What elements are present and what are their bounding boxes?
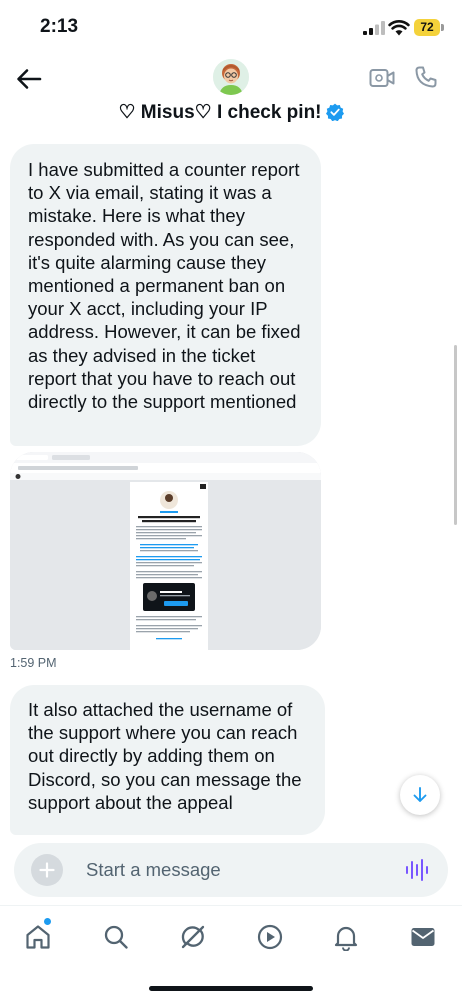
back-arrow-icon[interactable] xyxy=(14,64,44,94)
message-composer xyxy=(14,843,448,897)
chat-title-text: ♡ Misus♡ I check pin! xyxy=(118,102,322,123)
nav-grok[interactable] xyxy=(179,923,207,951)
signal-icon xyxy=(363,21,385,35)
verified-badge-icon xyxy=(325,103,344,121)
home-indicator xyxy=(149,986,313,991)
messages-icon xyxy=(411,928,435,946)
add-icon xyxy=(39,862,55,878)
battery-icon: 72 xyxy=(414,19,440,36)
phone-call-icon[interactable] xyxy=(414,65,438,89)
arrow-down-icon xyxy=(413,787,427,802)
nav-video[interactable] xyxy=(256,923,284,951)
add-media-button[interactable] xyxy=(31,854,63,886)
status-bar: 2:13 72 xyxy=(0,0,462,56)
nav-messages[interactable] xyxy=(409,923,437,951)
message-input[interactable] xyxy=(86,857,386,883)
nav-search[interactable] xyxy=(102,923,130,951)
notifications-icon xyxy=(334,926,358,952)
scroll-to-bottom-button[interactable] xyxy=(400,775,440,815)
message-bubble[interactable]: It also attached the username of the sup… xyxy=(10,685,325,835)
message-text: I have submitted a counter report to X v… xyxy=(28,159,301,413)
home-notification-dot xyxy=(44,918,51,925)
attached-screenshot-image xyxy=(10,452,321,650)
video-call-icon[interactable] xyxy=(369,66,395,90)
battery-tip xyxy=(441,24,444,31)
search-icon xyxy=(104,925,128,949)
avatar[interactable] xyxy=(213,59,249,95)
voice-message-icon[interactable] xyxy=(404,857,430,883)
chat-header: ♡ Misus♡ I check pin! xyxy=(0,56,462,134)
nav-notifications[interactable] xyxy=(332,923,360,952)
image-attachment[interactable] xyxy=(10,452,321,650)
grok-icon xyxy=(181,925,205,949)
scrollbar[interactable] xyxy=(454,345,457,525)
video-icon xyxy=(257,924,283,950)
wifi-icon xyxy=(388,20,410,36)
home-icon xyxy=(26,925,50,949)
chat-title[interactable]: ♡ Misus♡ I check pin! xyxy=(0,101,462,124)
nav-home[interactable] xyxy=(24,923,52,951)
status-time: 2:13 xyxy=(40,16,79,37)
message-timestamp: 1:59 PM xyxy=(10,656,57,670)
message-text: It also attached the username of the sup… xyxy=(28,699,302,813)
message-bubble[interactable]: I have submitted a counter report to X v… xyxy=(10,144,321,446)
composer-area xyxy=(0,835,462,905)
